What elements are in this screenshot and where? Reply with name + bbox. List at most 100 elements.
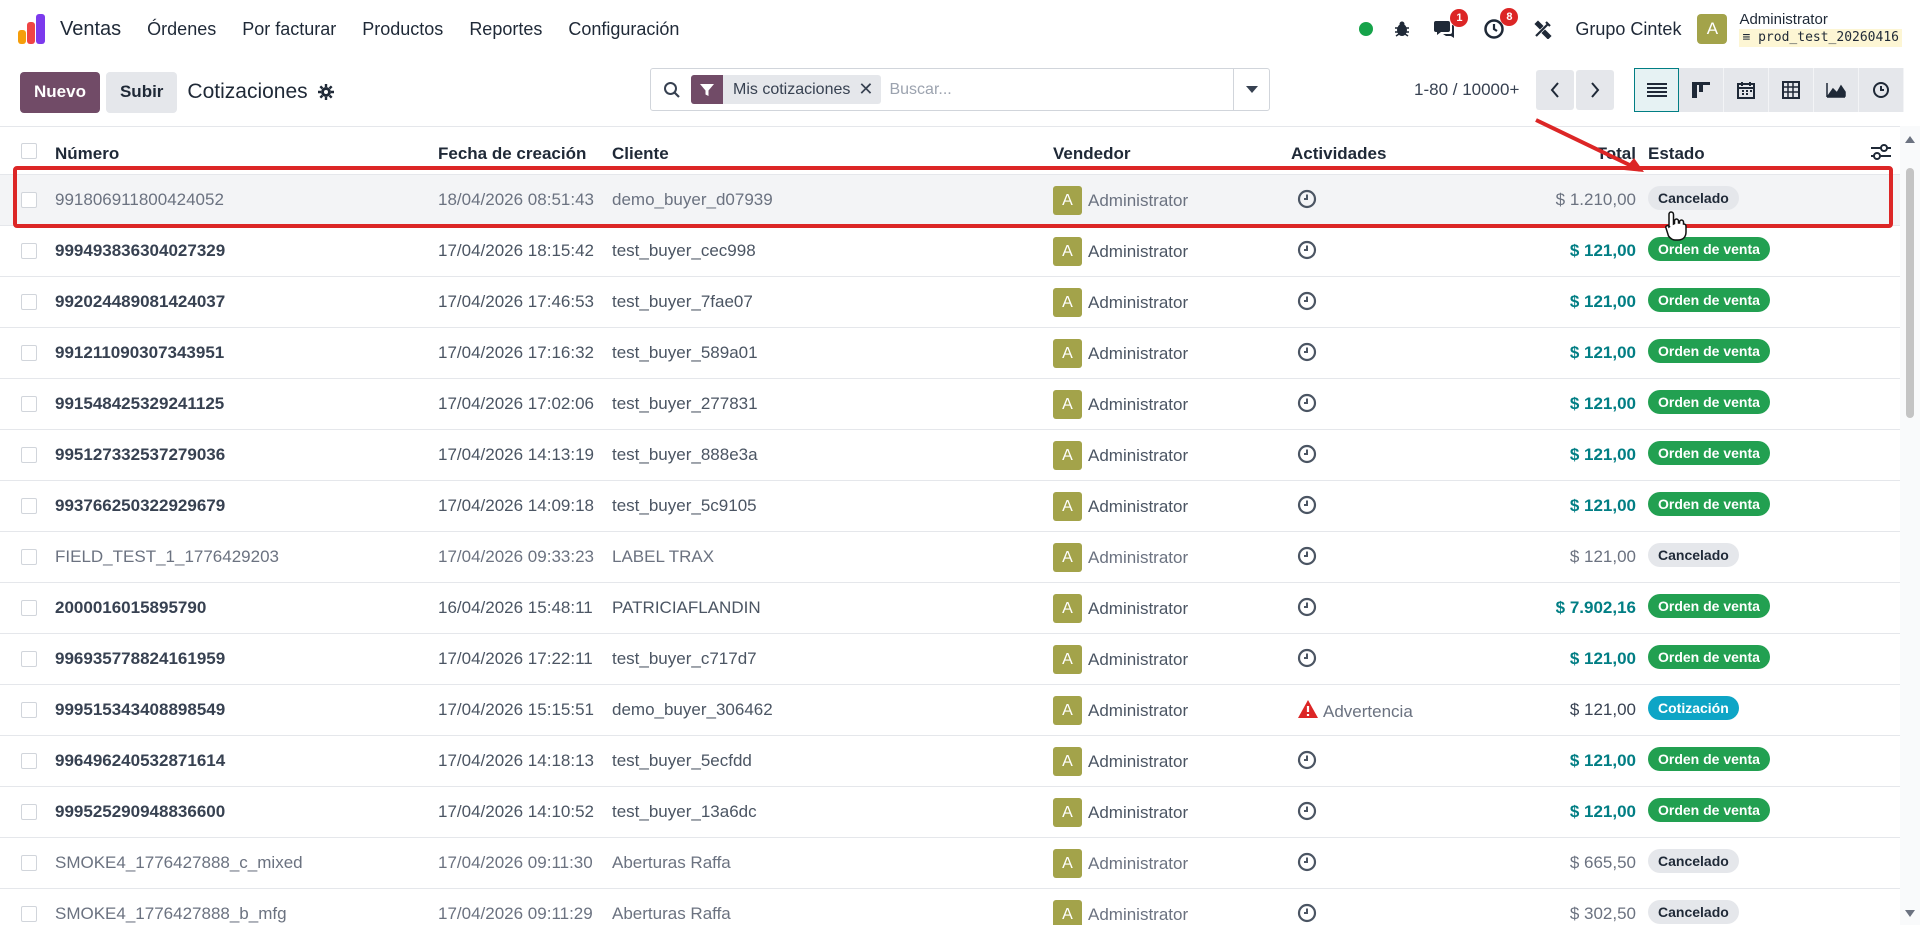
salesperson-avatar[interactable]: A xyxy=(1053,594,1082,623)
menu-item-configuration[interactable]: Configuración xyxy=(568,19,679,40)
activity-clock-icon[interactable] xyxy=(1297,495,1317,520)
activity-clock-icon[interactable] xyxy=(1297,240,1317,265)
row-checkbox[interactable] xyxy=(21,294,37,310)
graph-view-button[interactable] xyxy=(1814,68,1859,112)
row-checkbox[interactable] xyxy=(21,549,37,565)
salesperson-avatar[interactable]: A xyxy=(1053,900,1082,925)
row-checkbox[interactable] xyxy=(21,345,37,361)
activity-clock-icon[interactable] xyxy=(1297,648,1317,673)
row-checkbox[interactable] xyxy=(21,396,37,412)
activity-view-button[interactable] xyxy=(1859,68,1904,112)
column-header-created[interactable]: Fecha de creación xyxy=(438,144,586,164)
sales-app-icon[interactable] xyxy=(18,14,48,44)
table-row[interactable]: 993766250322929679 17/04/2026 14:09:18 tes… xyxy=(0,480,1900,531)
salesperson-avatar[interactable]: A xyxy=(1053,339,1082,368)
table-row[interactable]: 2000016015895790 16/04/2026 15:48:11 PATRI… xyxy=(0,582,1900,633)
row-checkbox[interactable] xyxy=(21,651,37,667)
salesperson-avatar[interactable]: A xyxy=(1053,390,1082,419)
column-header-client[interactable]: Cliente xyxy=(612,144,669,164)
salesperson-avatar[interactable]: A xyxy=(1053,849,1082,878)
vertical-scrollbar[interactable] xyxy=(1900,126,1920,925)
table-row[interactable]: 999515343408898549 17/04/2026 15:15:51 dem… xyxy=(0,684,1900,735)
activities-clock-icon[interactable]: 8 xyxy=(1483,8,1519,40)
company-switcher[interactable]: Grupo Cintek xyxy=(1575,19,1681,40)
pager-previous-button[interactable] xyxy=(1536,70,1574,110)
calendar-view-button[interactable] xyxy=(1724,68,1769,112)
table-row[interactable]: FIELD_TEST_1_1776429203 17/04/2026 09:33:… xyxy=(0,531,1900,582)
column-header-number[interactable]: Número xyxy=(55,144,119,164)
table-row[interactable]: 992024489081424037 17/04/2026 17:46:53 tes… xyxy=(0,276,1900,327)
table-row[interactable]: 991806911800424052 18/04/2026 08:51:43 dem… xyxy=(0,174,1900,225)
table-row[interactable]: 995127332537279036 17/04/2026 14:13:19 tes… xyxy=(0,429,1900,480)
list-view-button[interactable] xyxy=(1634,68,1679,112)
activity-clock-icon[interactable] xyxy=(1297,342,1317,367)
row-checkbox[interactable] xyxy=(21,804,37,820)
column-header-total[interactable]: Total xyxy=(1597,144,1636,164)
remove-facet-icon[interactable]: ✕ xyxy=(858,79,881,100)
activity-clock-icon[interactable] xyxy=(1297,750,1317,775)
optional-columns-icon[interactable] xyxy=(1871,144,1891,165)
search-input[interactable] xyxy=(889,80,1220,99)
scroll-down-arrow-icon[interactable] xyxy=(1905,910,1915,917)
activity-clock-icon[interactable] xyxy=(1297,393,1317,418)
pivot-view-button[interactable] xyxy=(1769,68,1814,112)
menu-item-reports[interactable]: Reportes xyxy=(469,19,542,40)
table-row[interactable]: 999493836304027329 17/04/2026 18:15:42 tes… xyxy=(0,225,1900,276)
search-options-toggle[interactable] xyxy=(1233,69,1269,110)
menu-item-products[interactable]: Productos xyxy=(362,19,443,40)
upload-button[interactable]: Subir xyxy=(105,71,178,113)
column-header-salesperson[interactable]: Vendedor xyxy=(1053,144,1130,164)
salesperson-avatar[interactable]: A xyxy=(1053,441,1082,470)
menu-item-orders[interactable]: Órdenes xyxy=(147,19,216,40)
new-button[interactable]: Nuevo xyxy=(20,71,100,113)
row-checkbox[interactable] xyxy=(21,702,37,718)
activity-clock-icon[interactable] xyxy=(1297,801,1317,826)
row-checkbox[interactable] xyxy=(21,243,37,259)
row-checkbox[interactable] xyxy=(21,855,37,871)
row-checkbox[interactable] xyxy=(21,753,37,769)
table-row[interactable]: 991211090307343951 17/04/2026 17:16:32 tes… xyxy=(0,327,1900,378)
select-all-checkbox[interactable] xyxy=(21,143,37,159)
pager-next-button[interactable] xyxy=(1576,70,1614,110)
scrollbar-thumb[interactable] xyxy=(1906,168,1914,418)
kanban-view-button[interactable] xyxy=(1679,68,1724,112)
row-checkbox[interactable] xyxy=(21,447,37,463)
activity-clock-icon[interactable] xyxy=(1297,546,1317,571)
table-row[interactable]: SMOKE4_1776427888_b_mfg 17/04/2026 09:11:… xyxy=(0,888,1900,925)
table-row[interactable]: 991548425329241125 17/04/2026 17:02:06 tes… xyxy=(0,378,1900,429)
activity-clock-icon[interactable] xyxy=(1297,291,1317,316)
activity-clock-icon[interactable] xyxy=(1297,597,1317,622)
table-row[interactable]: 996496240532871614 17/04/2026 14:18:13 tes… xyxy=(0,735,1900,786)
row-checkbox[interactable] xyxy=(21,192,37,208)
activity-clock-icon[interactable] xyxy=(1297,189,1317,214)
messages-icon[interactable]: 1 xyxy=(1433,9,1469,39)
user-menu[interactable]: Administrator ≡ prod_test_20260416 xyxy=(1739,11,1902,47)
salesperson-avatar[interactable]: A xyxy=(1053,186,1082,215)
salesperson-avatar[interactable]: A xyxy=(1053,288,1082,317)
table-row[interactable]: SMOKE4_1776427888_c_mixed 17/04/2026 09:1… xyxy=(0,837,1900,888)
activity-clock-icon[interactable] xyxy=(1297,903,1317,925)
table-row[interactable]: 999525290948836600 17/04/2026 14:10:52 tes… xyxy=(0,786,1900,837)
gear-icon[interactable] xyxy=(317,84,334,100)
app-name[interactable]: Ventas xyxy=(60,18,121,41)
row-checkbox[interactable] xyxy=(21,498,37,514)
salesperson-avatar[interactable]: A xyxy=(1053,645,1082,674)
column-header-activities[interactable]: Actividades xyxy=(1291,144,1386,164)
scroll-up-arrow-icon[interactable] xyxy=(1905,136,1915,143)
debug-bug-icon[interactable] xyxy=(1393,20,1411,38)
menu-item-to-invoice[interactable]: Por facturar xyxy=(242,19,336,40)
salesperson-avatar[interactable]: A xyxy=(1053,798,1082,827)
salesperson-avatar[interactable]: A xyxy=(1053,543,1082,572)
tools-icon[interactable] xyxy=(1533,19,1553,39)
salesperson-avatar[interactable]: A xyxy=(1053,492,1082,521)
row-checkbox[interactable] xyxy=(21,906,37,922)
salesperson-avatar[interactable]: A xyxy=(1053,696,1082,725)
user-avatar[interactable]: A xyxy=(1697,14,1728,44)
salesperson-avatar[interactable]: A xyxy=(1053,237,1082,266)
row-checkbox[interactable] xyxy=(21,600,37,616)
pager-value[interactable]: 1-80 / 10000+ xyxy=(1414,80,1519,100)
activity-clock-icon[interactable] xyxy=(1297,852,1317,877)
column-header-state[interactable]: Estado xyxy=(1648,144,1705,164)
activity-clock-icon[interactable] xyxy=(1297,444,1317,469)
salesperson-avatar[interactable]: A xyxy=(1053,747,1082,776)
